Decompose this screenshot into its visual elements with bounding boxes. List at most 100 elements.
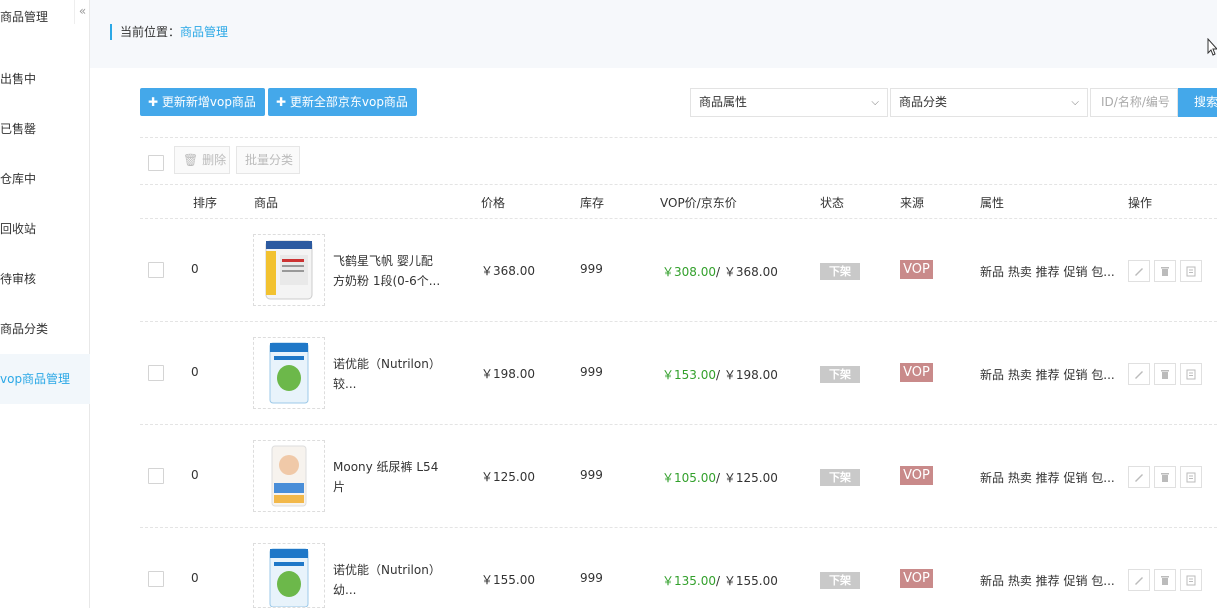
search-input[interactable]: ID/名称/编号	[1090, 88, 1178, 117]
pencil-icon	[1135, 371, 1143, 379]
product-name[interactable]: 诺优能（Nutrilon）较...	[333, 354, 443, 394]
row-checkbox[interactable]	[148, 571, 164, 587]
sidebar-item-recycle-bin[interactable]: 回收站	[0, 211, 90, 247]
breadcrumb: 当前位置：商品管理	[110, 24, 228, 40]
status-badge: 下架	[820, 572, 860, 589]
delete-row-button[interactable]	[1154, 363, 1176, 385]
trash-icon	[1161, 473, 1169, 482]
vop-price: ￥308.00	[662, 265, 716, 279]
row-sort: 0	[191, 468, 199, 482]
edit-button[interactable]	[1128, 363, 1150, 385]
delete-label: 删除	[202, 153, 227, 167]
trash-icon	[1161, 576, 1169, 585]
update-new-vop-button[interactable]: ✚ 更新新增vop商品	[140, 88, 265, 116]
row-attributes: 新品 热卖 推荐 促销 包...	[980, 265, 1115, 279]
status-badge: 下架	[820, 469, 860, 486]
pencil-icon	[1135, 474, 1143, 482]
row-attributes: 新品 热卖 推荐 促销 包...	[980, 368, 1115, 382]
sidebar-title: 商品管理	[0, 10, 49, 24]
row-vop-jd-price: ￥308.00/ ￥368.00	[662, 263, 778, 280]
edit-button[interactable]	[1128, 260, 1150, 282]
product-name[interactable]: Moony 纸尿裤 L54片	[333, 457, 443, 497]
vop-price: ￥105.00	[662, 471, 716, 485]
product-image[interactable]	[253, 440, 325, 512]
edit-button[interactable]	[1128, 466, 1150, 488]
source-badge: VOP	[900, 260, 933, 279]
row-stock: 999	[580, 468, 603, 482]
product-name[interactable]: 诺优能（Nutrilon） 幼...	[333, 560, 443, 600]
product-attribute-value: 商品属性	[699, 95, 748, 109]
divider	[140, 527, 1217, 528]
header-product: 商品	[254, 196, 279, 210]
delete-row-button[interactable]	[1154, 466, 1176, 488]
delete-row-button[interactable]	[1154, 260, 1176, 282]
source-badge: VOP	[900, 569, 933, 588]
trash-icon	[1161, 370, 1169, 379]
collapse-sidebar-icon[interactable]: «	[74, 0, 90, 24]
sidebar-item-on-sale[interactable]: 出售中	[0, 61, 90, 97]
jd-price: / ￥125.00	[716, 471, 778, 485]
mouse-cursor-icon	[1207, 38, 1217, 56]
search-button[interactable]: 搜索	[1178, 88, 1217, 117]
product-category-value: 商品分类	[899, 95, 948, 109]
source-badge: VOP	[900, 466, 933, 485]
product-image[interactable]	[253, 543, 325, 608]
row-price: ￥125.00	[481, 470, 535, 484]
sidebar-item-vop-management[interactable]: vop商品管理	[0, 354, 90, 404]
row-vop-jd-price: ￥105.00/ ￥125.00	[662, 469, 778, 486]
jd-price: / ￥155.00	[716, 574, 778, 588]
divider	[140, 137, 1217, 138]
product-category-select[interactable]: 商品分类 ⌵	[890, 88, 1088, 117]
detail-button[interactable]	[1180, 569, 1202, 591]
diaper-pack-image	[271, 445, 307, 507]
divider	[140, 321, 1217, 322]
batch-category-button[interactable]: 批量分类	[236, 146, 300, 174]
header-actions: 操作	[1128, 196, 1153, 210]
row-checkbox[interactable]	[148, 468, 164, 484]
row-stock: 999	[580, 571, 603, 585]
jd-price: / ￥198.00	[716, 368, 778, 382]
header-stock: 库存	[580, 196, 605, 210]
row-sort: 0	[191, 262, 199, 276]
row-price: ￥155.00	[481, 573, 535, 587]
breadcrumb-current-link[interactable]: 商品管理	[180, 25, 228, 39]
page-header: 当前位置：商品管理	[90, 0, 1217, 68]
sidebar-item-sold-out[interactable]: 已售罄	[0, 111, 90, 147]
breadcrumb-prefix: 当前位置：	[120, 25, 181, 39]
delete-row-button[interactable]	[1154, 569, 1176, 591]
header-price: 价格	[481, 196, 506, 210]
divider	[140, 184, 1217, 185]
sidebar: 商品管理 « 出售中 已售罄 仓库中 回收站 待审核 商品分类 vop商品管理	[0, 0, 90, 608]
chevron-down-icon: ⌵	[871, 97, 879, 108]
status-badge: 下架	[820, 366, 860, 383]
row-checkbox[interactable]	[148, 262, 164, 278]
row-stock: 999	[580, 365, 603, 379]
milk-can-image	[269, 342, 309, 404]
row-sort: 0	[191, 365, 199, 379]
row-price: ￥368.00	[481, 264, 535, 278]
row-sort: 0	[191, 571, 199, 585]
row-checkbox[interactable]	[148, 365, 164, 381]
row-vop-jd-price: ￥135.00/ ￥155.00	[662, 572, 778, 589]
product-image[interactable]	[253, 234, 325, 306]
update-all-jd-vop-button[interactable]: ✚ 更新全部京东vop商品	[268, 88, 417, 116]
sidebar-item-pending-review[interactable]: 待审核	[0, 261, 90, 297]
edit-button[interactable]	[1128, 569, 1150, 591]
document-icon	[1186, 266, 1196, 277]
pencil-icon	[1135, 577, 1143, 585]
delete-button[interactable]: 🗑 删除	[174, 146, 230, 174]
product-image[interactable]	[253, 337, 325, 409]
product-name[interactable]: 飞鹤星飞帆 婴儿配方奶粉 1段(0-6个...	[333, 251, 443, 291]
divider	[140, 218, 1217, 219]
vop-price: ￥135.00	[662, 574, 716, 588]
detail-button[interactable]	[1180, 260, 1202, 282]
detail-button[interactable]	[1180, 466, 1202, 488]
sidebar-item-warehouse[interactable]: 仓库中	[0, 161, 90, 197]
trash-icon	[1161, 267, 1169, 276]
header-status: 状态	[820, 196, 845, 210]
product-attribute-select[interactable]: 商品属性 ⌵	[690, 88, 888, 117]
detail-button[interactable]	[1180, 363, 1202, 385]
select-all-checkbox[interactable]	[148, 155, 164, 171]
sidebar-item-categories[interactable]: 商品分类	[0, 311, 90, 347]
row-attributes: 新品 热卖 推荐 促销 包...	[980, 574, 1115, 588]
